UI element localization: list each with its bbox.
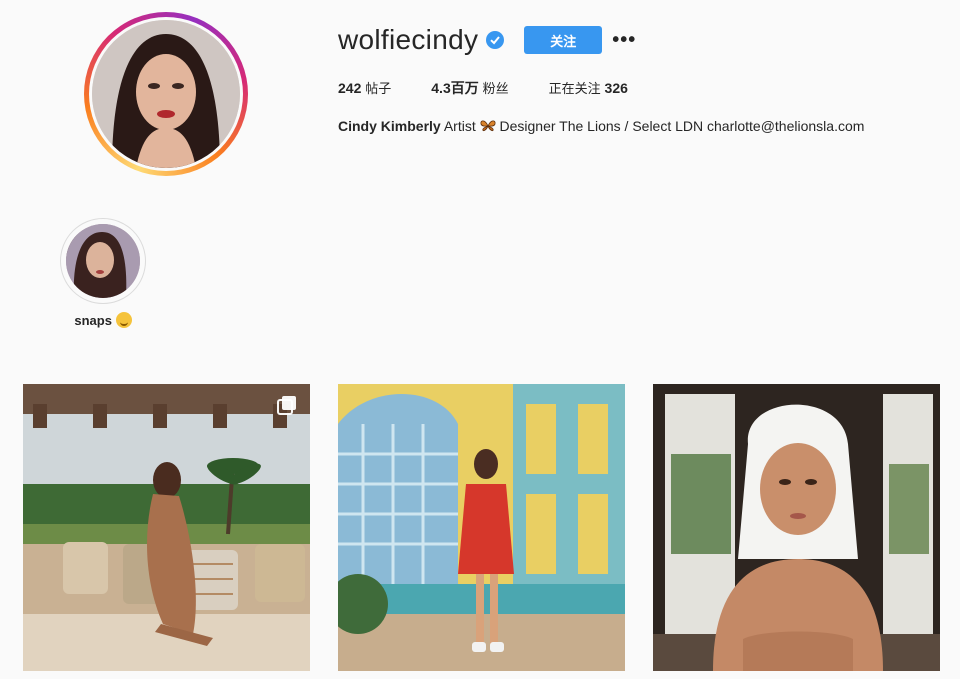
highlight-ring [60, 218, 146, 304]
profile-avatar [92, 20, 240, 168]
post-thumbnail[interactable] [338, 384, 625, 671]
profile-full-name: Cindy Kimberly [338, 118, 441, 134]
profile-avatar-ring[interactable] [84, 12, 248, 176]
profile-page: wolfiecindy 关注 ••• 242 帖子 4.3百万 粉丝 正在关注 … [0, 0, 960, 679]
butterfly-emoji-icon [480, 119, 496, 134]
verified-badge-icon [486, 31, 505, 49]
smiling-face-emoji-icon [115, 312, 132, 328]
profile-bio: Cindy Kimberly Artist Designer The Lions… [338, 118, 864, 134]
profile-username: wolfiecindy [338, 24, 479, 55]
posts-count: 242 帖子 [338, 80, 392, 97]
post-thumbnail[interactable] [23, 384, 310, 671]
more-options-icon[interactable]: ••• [612, 29, 636, 52]
bio-text-2: Designer The Lions / Select LDN charlott… [499, 118, 865, 134]
profile-stats: 242 帖子 4.3百万 粉丝 正在关注 326 [338, 78, 668, 98]
follow-button[interactable]: 关注 [524, 26, 603, 54]
highlight-label: snaps [60, 312, 146, 328]
highlight-cover [66, 224, 140, 298]
following-count[interactable]: 正在关注 326 [549, 78, 628, 98]
bio-text-1: Artist [443, 118, 476, 134]
followers-count[interactable]: 4.3百万 粉丝 [431, 78, 508, 98]
story-highlight-snaps[interactable]: snaps [60, 218, 146, 328]
multiple-images-icon [276, 394, 298, 416]
post-thumbnail[interactable] [653, 384, 940, 671]
profile-header-row: wolfiecindy 关注 ••• [338, 22, 636, 58]
